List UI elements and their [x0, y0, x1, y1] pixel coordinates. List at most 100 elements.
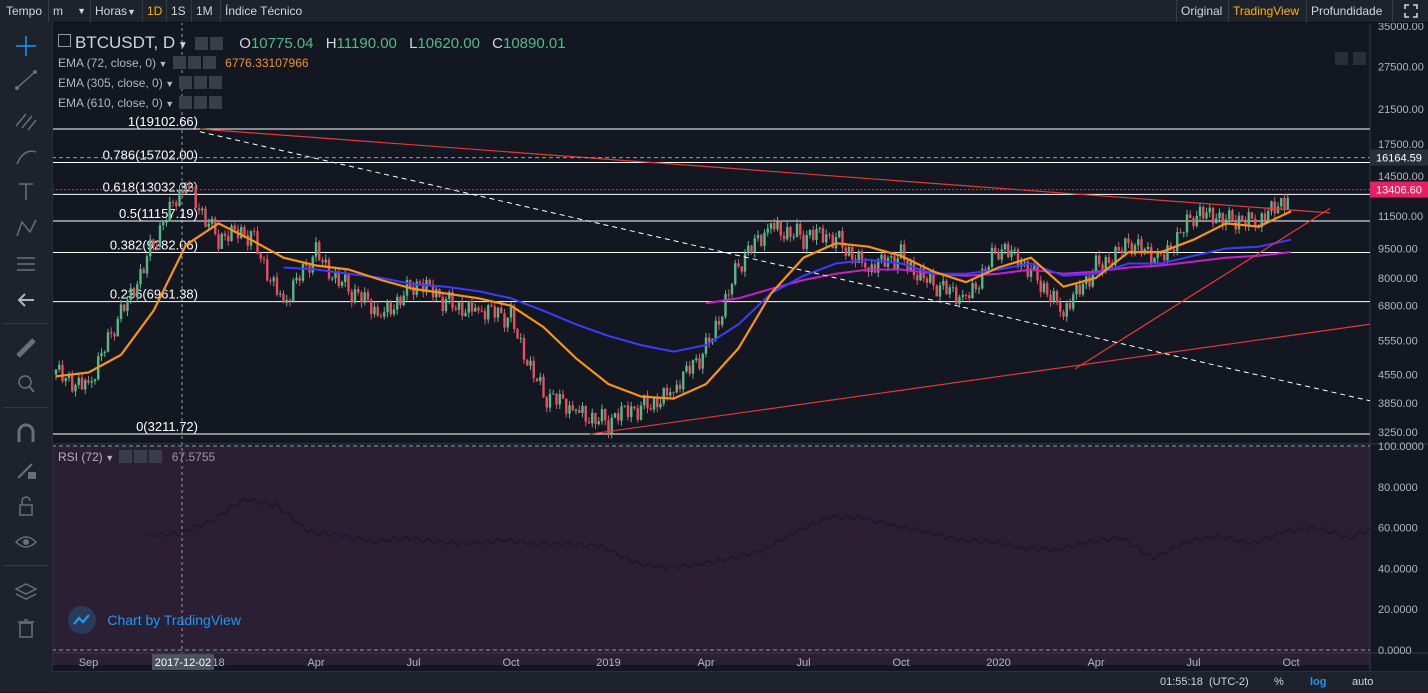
candle-body	[324, 259, 327, 263]
close-icon[interactable]	[209, 96, 223, 109]
fullscreen-icon[interactable]	[1392, 0, 1428, 22]
brush-icon[interactable]	[10, 142, 42, 170]
ema305-legend: EMA (305, close, 0) ▼	[58, 76, 223, 90]
timeframe-1d-button[interactable]: 1D	[142, 0, 166, 22]
percent-scale-button[interactable]: %	[1274, 672, 1284, 693]
view-original-button[interactable]: Original	[1176, 0, 1226, 22]
candle-body	[74, 384, 77, 392]
candle-body	[786, 227, 789, 240]
settings-icon[interactable]	[119, 450, 133, 463]
candle-body	[145, 256, 149, 274]
auto-scale-button[interactable]: auto	[1352, 672, 1373, 693]
fib-tool-icon[interactable]	[10, 106, 42, 134]
pattern-icon[interactable]	[10, 214, 42, 242]
candle-body	[373, 306, 376, 315]
settings-icon[interactable]	[172, 56, 186, 69]
candle-body	[558, 394, 561, 405]
view-depth-button[interactable]: Profundidade	[1306, 0, 1386, 22]
candle-body	[974, 283, 977, 289]
candle-body	[782, 235, 786, 240]
settings-icon[interactable]	[134, 450, 148, 463]
log-scale-button[interactable]: log	[1310, 672, 1327, 693]
hours-select[interactable]: Horas▼	[90, 0, 142, 22]
candle-body	[873, 264, 877, 273]
candle-body	[1179, 232, 1182, 234]
close-icon[interactable]	[209, 76, 223, 89]
ema610-legend: EMA (610, close, 0) ▼	[58, 96, 223, 110]
interval-select[interactable]: m ▼	[48, 0, 90, 22]
timeframe-1m-button[interactable]: 1M	[191, 0, 217, 22]
ruler-icon[interactable]	[10, 334, 42, 362]
settings-icon[interactable]	[194, 76, 208, 89]
settings-icon[interactable]	[179, 96, 193, 109]
candle-body	[1098, 255, 1101, 265]
candle-body	[444, 298, 448, 312]
candle-body	[480, 310, 483, 312]
time-tick-label: 2019	[596, 657, 620, 669]
tradingview-watermark[interactable]: Chart by TradingView	[66, 606, 241, 634]
lock-drawings-icon[interactable]	[10, 456, 42, 484]
chevron-down-icon[interactable]: ▼	[156, 59, 168, 69]
candle-body	[730, 284, 734, 295]
candle-body	[766, 228, 769, 233]
settings-icon[interactable]	[194, 96, 208, 109]
candle-body	[773, 223, 776, 230]
trash-icon[interactable]	[10, 614, 42, 642]
zoom-icon[interactable]	[10, 370, 42, 398]
candle-body	[659, 403, 662, 408]
layers-icon[interactable]	[10, 578, 42, 606]
price-tick-label: 14500.00	[1378, 171, 1424, 183]
text-tool-icon[interactable]	[10, 178, 42, 206]
clock-time: 01:55:18	[1160, 676, 1203, 688]
candle-body	[1250, 212, 1254, 219]
candle-body	[503, 313, 506, 328]
sidebar-divider	[4, 323, 48, 324]
time-tick-label: 2020	[986, 657, 1010, 669]
candle-body	[103, 351, 106, 354]
candle-body	[298, 277, 301, 281]
eye-icon[interactable]	[10, 528, 42, 556]
candle-body	[155, 245, 158, 247]
chevron-down-icon[interactable]: ▼	[163, 79, 174, 89]
candle-body	[779, 221, 782, 236]
candle-body	[652, 397, 656, 410]
interval-value: m	[53, 4, 63, 18]
crosshair-icon[interactable]	[10, 32, 42, 60]
trend-line-icon[interactable]	[10, 66, 42, 94]
settings-icon[interactable]	[194, 37, 208, 50]
timezone-label[interactable]: (UTC-2)	[1209, 672, 1249, 693]
candle-body	[441, 296, 444, 312]
chevron-down-icon[interactable]: ▼	[163, 99, 174, 109]
close-icon[interactable]	[202, 56, 216, 69]
candle-body	[753, 238, 756, 253]
candle-body	[54, 369, 58, 375]
candle-body	[90, 381, 93, 383]
magnet-icon[interactable]	[10, 420, 42, 448]
price-tick-label: 5550.00	[1378, 335, 1418, 347]
view-tradingview-button[interactable]: TradingView	[1228, 0, 1303, 22]
candle-body	[597, 421, 600, 425]
indicators-button[interactable]: Índice Técnico	[220, 0, 306, 22]
back-arrow-icon[interactable]	[10, 286, 42, 314]
candle-body	[1062, 311, 1065, 317]
collapse-icon[interactable]	[58, 34, 71, 47]
candle-body	[158, 225, 162, 247]
unlock-icon[interactable]	[10, 492, 42, 520]
timeframe-1s-button[interactable]: 1S	[166, 0, 190, 22]
candle-body	[945, 280, 948, 295]
settings-icon[interactable]	[187, 56, 201, 69]
low-value: 10620.00	[417, 35, 480, 52]
prediction-icon[interactable]	[10, 250, 42, 278]
candle-body	[1094, 255, 1098, 273]
close-icon[interactable]	[149, 450, 163, 463]
candle-body	[701, 353, 704, 369]
candle-body	[500, 307, 503, 314]
hide-icon[interactable]	[209, 37, 223, 50]
candle-body	[870, 264, 873, 273]
chevron-down-icon[interactable]: ▼	[103, 453, 114, 463]
tempo-label[interactable]: Tempo	[2, 0, 46, 22]
price-tick-label: 8000.00	[1378, 273, 1418, 285]
chevron-down-icon[interactable]: ▼	[175, 40, 188, 51]
settings-icon[interactable]	[179, 76, 193, 89]
candle-body	[1124, 238, 1127, 253]
